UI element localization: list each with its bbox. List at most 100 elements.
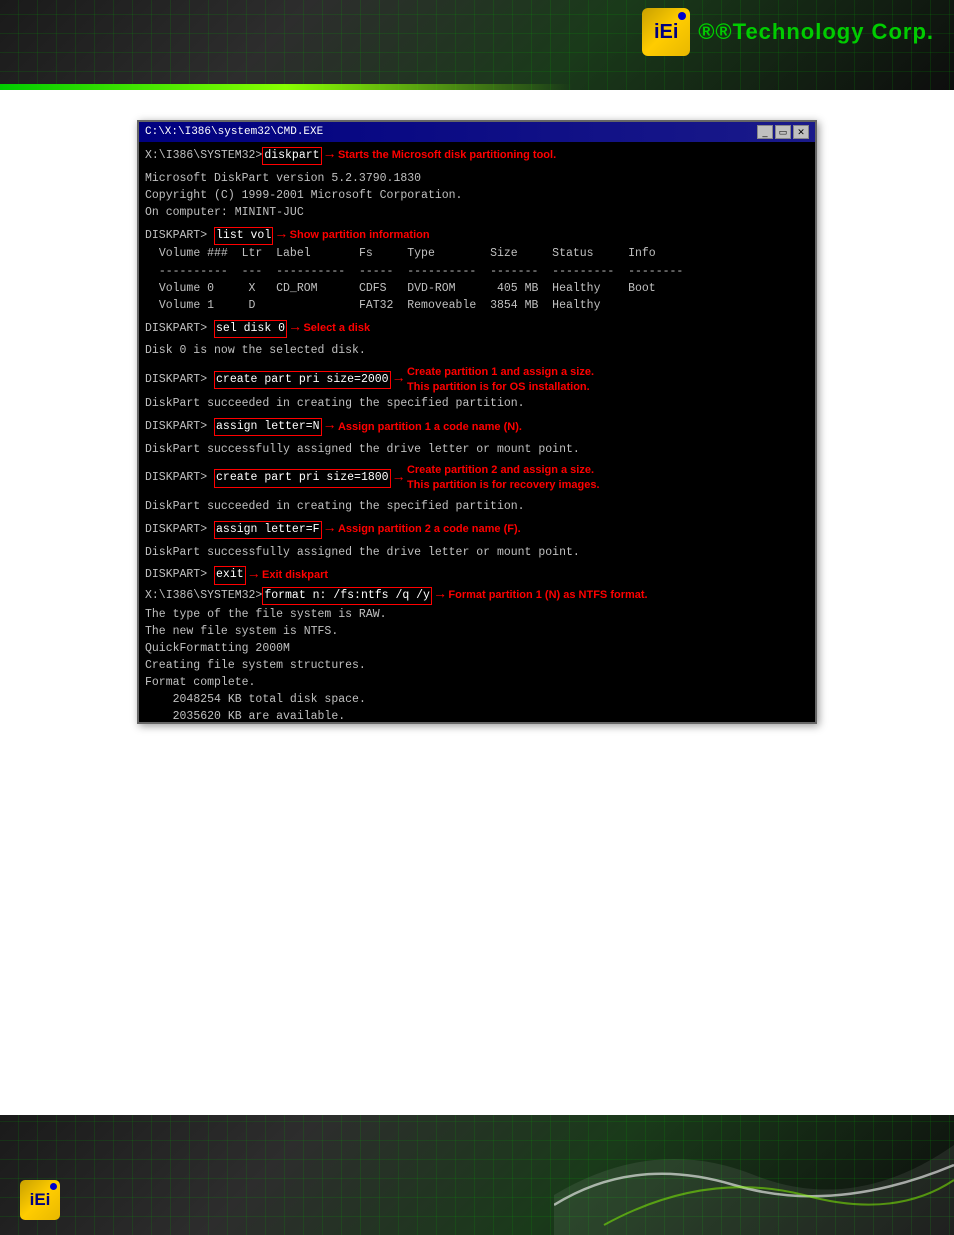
cmd-title: C:\X:\I386\system32\CMD.EXE — [145, 126, 323, 138]
text-computer: On computer: MININT-JUC — [145, 205, 304, 221]
arrow-1: → — [326, 146, 334, 166]
vol-header-text: Volume ### Ltr Label Fs Type Size Status… — [145, 246, 656, 262]
cmd-highlight-assignN: assign letter=N — [214, 418, 322, 436]
vol-row-0-text: Volume 0 X CD_ROM CDFS DVD-ROM 405 MB He… — [145, 281, 656, 297]
cmd-body[interactable]: X:\I386\SYSTEM32>diskpart → Starts the M… — [139, 142, 815, 722]
cmd-highlight-createpart2: create part pri size=1800 — [214, 469, 391, 487]
cmd-highlight-seldisk: sel disk 0 — [214, 320, 287, 338]
main-content: C:\X:\I386\system32\CMD.EXE _ ▭ ✕ X:\I38… — [0, 90, 954, 1115]
cmd-line-assignN-ok: DiskPart successfully assigned the drive… — [145, 442, 809, 458]
cmd-line-fsraw1: The type of the file system is RAW. — [145, 607, 809, 623]
cmd-line-copyright: Copyright (C) 1999-2001 Microsoft Corpor… — [145, 188, 809, 204]
cmd-line-assignF: DISKPART> assign letter=F → Assign parti… — [145, 520, 809, 540]
arrow-9: → — [436, 586, 444, 606]
cmd-line-complete1: Format complete. — [145, 675, 809, 691]
prompt-1: X:\I386\SYSTEM32> — [145, 148, 262, 164]
text-complete1: Format complete. — [145, 675, 255, 691]
annotation-createpart1: Create partition 1 and assign a size. Th… — [407, 365, 594, 396]
cmd-titlebar-buttons: _ ▭ ✕ — [757, 125, 809, 139]
arrow-8: → — [250, 566, 258, 586]
vol-row-1-text: Volume 1 D FAT32 Removeable 3854 MB Heal… — [145, 298, 600, 314]
footer-bar: iEi — [0, 1115, 954, 1235]
footer-logo: iEi — [20, 1180, 60, 1220]
cmd-window[interactable]: C:\X:\I386\system32\CMD.EXE _ ▭ ✕ X:\I38… — [137, 120, 817, 724]
prompt-5: DISKPART> — [145, 419, 214, 435]
cmd-line-assignN: DISKPART> assign letter=N → Assign parti… — [145, 417, 809, 437]
cmd-line-exit1: DISKPART> exit → Exit diskpart — [145, 566, 809, 586]
cmd-highlight-listvol: list vol — [214, 227, 273, 245]
vol-row-1: Volume 1 D FAT32 Removeable 3854 MB Heal… — [145, 298, 809, 314]
annotation-assignF: Assign partition 2 a code name (F). — [338, 522, 521, 537]
footer-curve — [554, 1115, 954, 1235]
text-fsraw1: The type of the file system is RAW. — [145, 607, 387, 623]
arrow-7: → — [326, 520, 334, 540]
cmd-highlight-formatN: format n: /fs:ntfs /q /y — [262, 587, 432, 605]
annotation-diskpart: Starts the Microsoft disk partitioning t… — [338, 148, 556, 163]
logo-registered: ® — [698, 19, 715, 44]
arrow-5: → — [326, 417, 334, 437]
text-quickformat1: QuickFormatting 2000M — [145, 641, 290, 657]
text-createpart2-ok: DiskPart succeeded in creating the speci… — [145, 499, 525, 515]
prompt-2: DISKPART> — [145, 228, 214, 244]
text-diskselected: Disk 0 is now the selected disk. — [145, 343, 366, 359]
annotation-createpart2: Create partition 2 and assign a size. Th… — [407, 463, 600, 494]
cmd-line-createpart2-ok: DiskPart succeeded in creating the speci… — [145, 499, 809, 515]
cmd-line-computer: On computer: MININT-JUC — [145, 205, 809, 221]
company-logo-icon: iEi — [642, 8, 690, 56]
arrow-6: → — [395, 469, 403, 489]
annotation-seldisk: Select a disk — [303, 321, 370, 336]
text-assignF-ok: DiskPart successfully assigned the drive… — [145, 545, 580, 561]
prompt-7: DISKPART> — [145, 522, 214, 538]
cmd-restore-button[interactable]: ▭ — [775, 125, 791, 139]
vol-row-0: Volume 0 X CD_ROM CDFS DVD-ROM 405 MB He… — [145, 281, 809, 297]
prompt-3: DISKPART> — [145, 321, 214, 337]
arrow-2: → — [277, 226, 285, 246]
prompt-4: DISKPART> — [145, 372, 214, 388]
annotation-exit1: Exit diskpart — [262, 568, 328, 583]
cmd-line-diskselected: Disk 0 is now the selected disk. — [145, 343, 809, 359]
arrow-3: → — [291, 319, 299, 339]
cmd-highlight-diskpart: diskpart — [262, 147, 321, 165]
text-avail1: 2035620 KB are available. — [145, 709, 345, 722]
cmd-line-total1: 2048254 KB total disk space. — [145, 692, 809, 708]
vol-table-header: Volume ### Ltr Label Fs Type Size Status… — [145, 246, 809, 262]
cmd-minimize-button[interactable]: _ — [757, 125, 773, 139]
cmd-titlebar: C:\X:\I386\system32\CMD.EXE _ ▭ ✕ — [139, 122, 815, 142]
cmd-line-avail1: 2035620 KB are available. — [145, 709, 809, 722]
cmd-line-creating1: Creating file system structures. — [145, 658, 809, 674]
vol-sep-text: ---------- --- ---------- ----- --------… — [145, 264, 683, 280]
annotation-listvol: Show partition information — [290, 228, 430, 243]
cmd-highlight-exit1: exit — [214, 566, 246, 584]
cmd-line-ntfs1: The new file system is NTFS. — [145, 624, 809, 640]
cmd-highlight-assignF: assign letter=F — [214, 521, 322, 539]
cmd-line-createpart2: DISKPART> create part pri size=1800 → Cr… — [145, 463, 809, 494]
cmd-line-seldisk: DISKPART> sel disk 0 → Select a disk — [145, 319, 809, 339]
text-total1: 2048254 KB total disk space. — [145, 692, 366, 708]
arrow-4: → — [395, 370, 403, 390]
text-copyright: Copyright (C) 1999-2001 Microsoft Corpor… — [145, 188, 462, 204]
annotation-assignN: Assign partition 1 a code name (N). — [338, 420, 522, 435]
cmd-highlight-createpart1: create part pri size=2000 — [214, 371, 391, 389]
text-assignN-ok: DiskPart successfully assigned the drive… — [145, 442, 580, 458]
cmd-line-quickformat1: QuickFormatting 2000M — [145, 641, 809, 657]
cmd-line-version: Microsoft DiskPart version 5.2.3790.1830 — [145, 171, 809, 187]
text-version: Microsoft DiskPart version 5.2.3790.1830 — [145, 171, 421, 187]
cmd-line-createpart1-ok: DiskPart succeeded in creating the speci… — [145, 396, 809, 412]
cmd-line-listvol: DISKPART> list vol → Show partition info… — [145, 226, 809, 246]
text-createpart1-ok: DiskPart succeeded in creating the speci… — [145, 396, 525, 412]
annotation-formatN: Format partition 1 (N) as NTFS format. — [448, 588, 647, 603]
text-ntfs1: The new file system is NTFS. — [145, 624, 338, 640]
cmd-line-assignF-ok: DiskPart successfully assigned the drive… — [145, 545, 809, 561]
footer-logo-icon: iEi — [20, 1180, 60, 1220]
prompt-8: DISKPART> — [145, 567, 214, 583]
prompt-6: DISKPART> — [145, 470, 214, 486]
header-bar: iEi ®®Technology Corp. — [0, 0, 954, 90]
cmd-line-formatN: X:\I386\SYSTEM32>format n: /fs:ntfs /q /… — [145, 586, 809, 606]
prompt-9: X:\I386\SYSTEM32> — [145, 588, 262, 604]
text-creating1: Creating file system structures. — [145, 658, 366, 674]
cmd-line-diskpart: X:\I386\SYSTEM32>diskpart → Starts the M… — [145, 146, 809, 166]
vol-table-sep: ---------- --- ---------- ----- --------… — [145, 264, 809, 280]
cmd-close-button[interactable]: ✕ — [793, 125, 809, 139]
company-logo-text: ®®Technology Corp. — [698, 19, 934, 45]
logo-area: iEi ®®Technology Corp. — [642, 8, 934, 56]
